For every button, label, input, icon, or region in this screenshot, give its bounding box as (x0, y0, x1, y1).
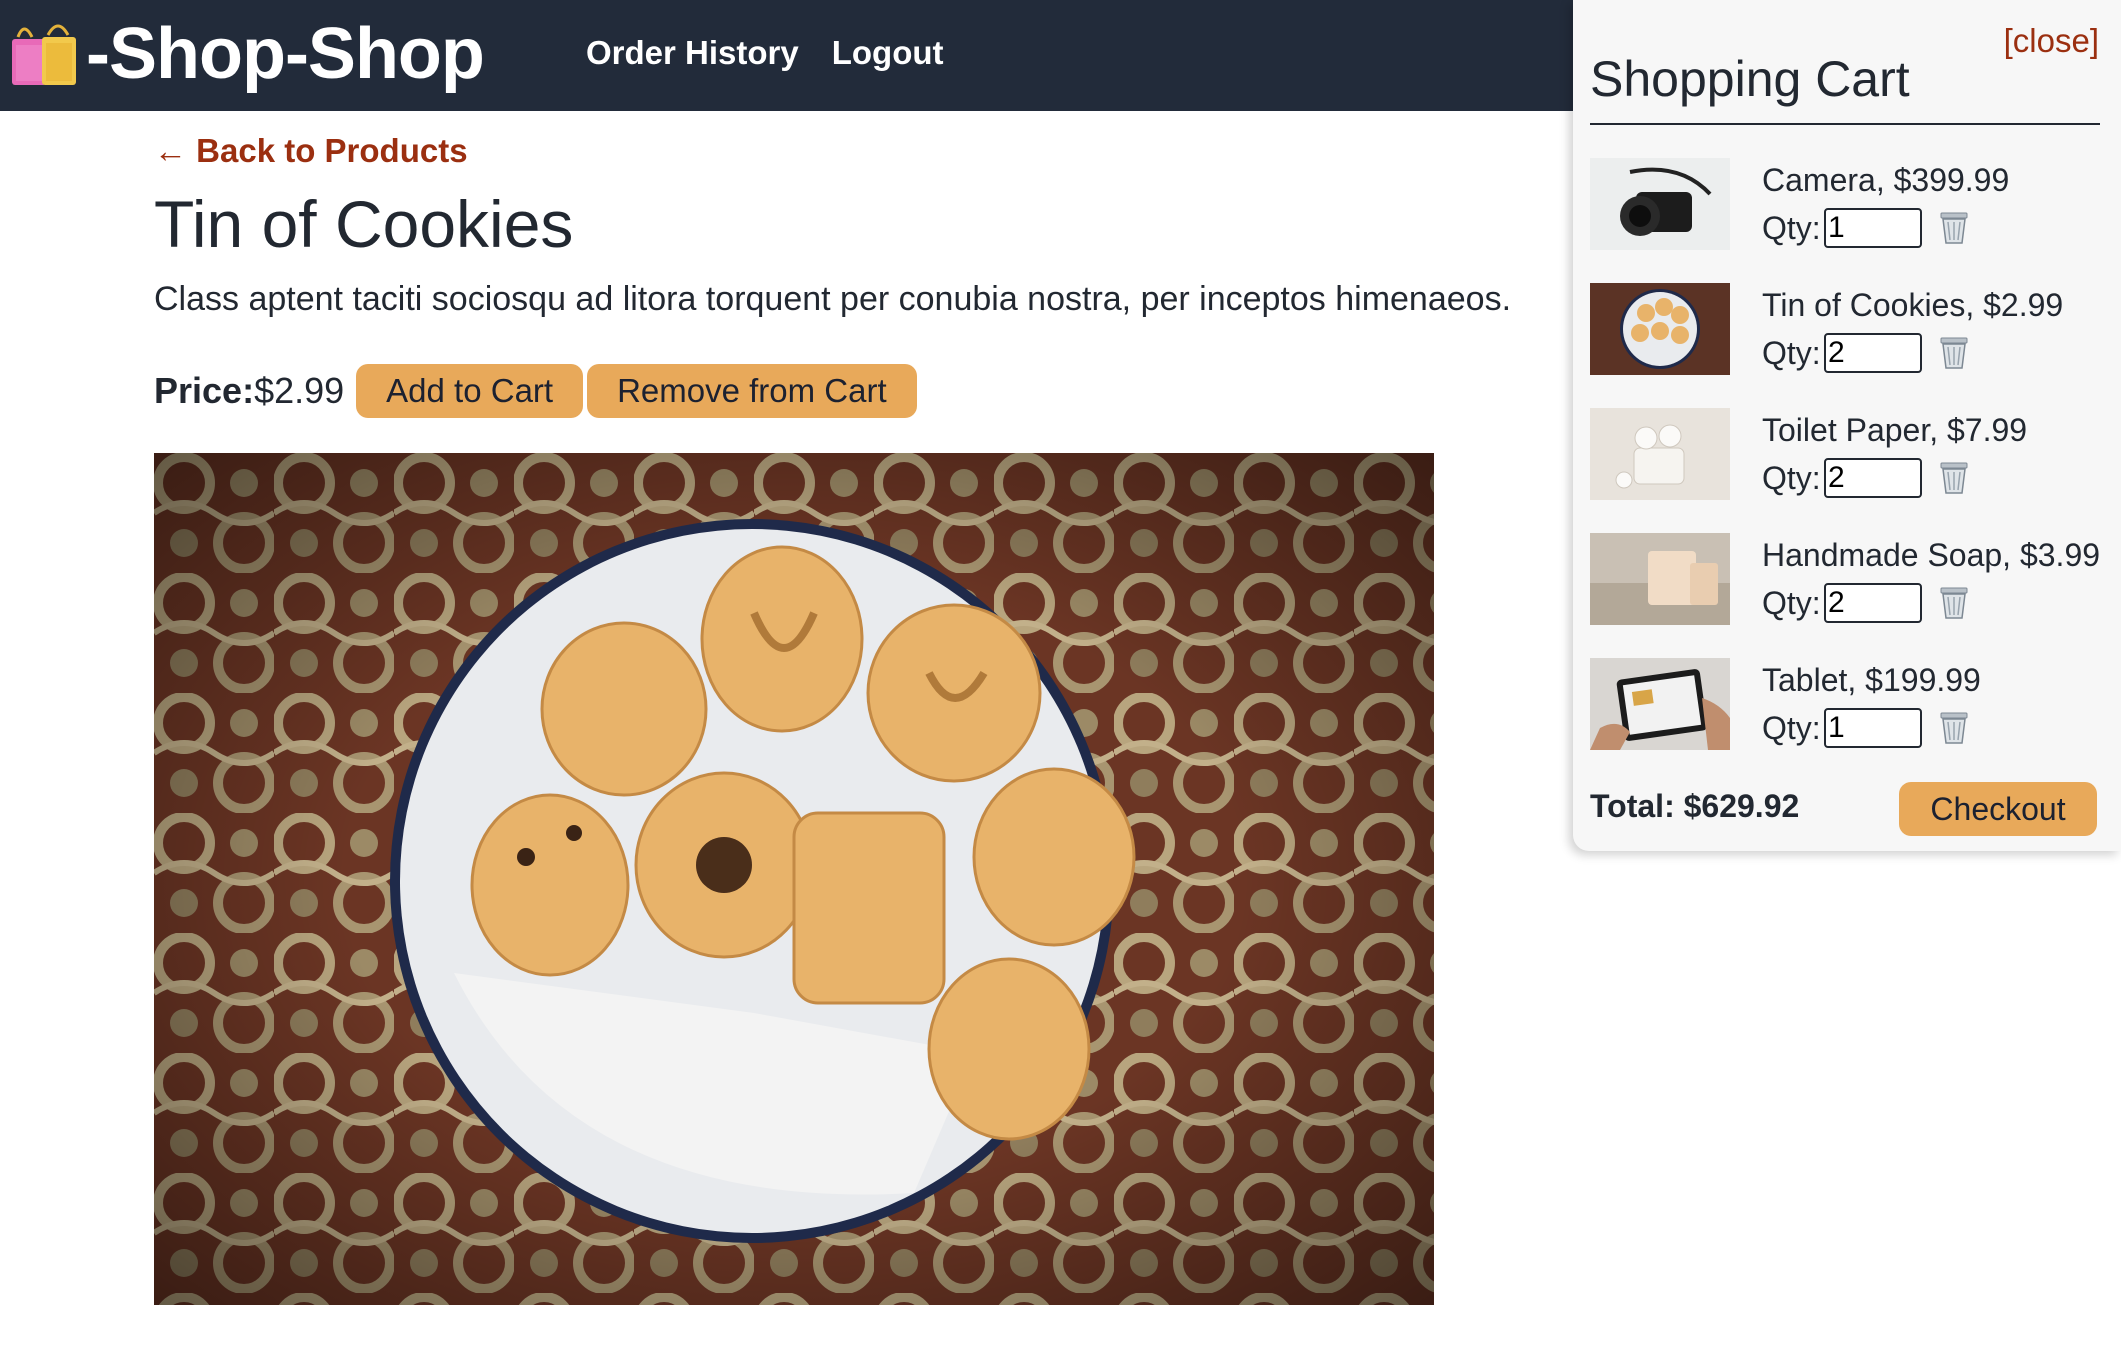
price-row: Price: $2.99 Add to Cart Remove from Car… (154, 363, 921, 419)
cookies-thumbnail (1590, 283, 1730, 375)
toilet-paper-thumbnail (1590, 408, 1730, 500)
price-value: $2.99 (254, 370, 345, 411)
camera-thumbnail (1590, 158, 1730, 250)
cart-item: Handmade Soap, $3.99 Qty: (1590, 533, 2110, 625)
logout-link[interactable]: Logout (832, 34, 944, 72)
shopping-cart-panel: [close] Shopping Cart Camera, $399.99 Qt… (1573, 0, 2121, 851)
cart-item-name: Toilet Paper, $7.99 (1762, 412, 2028, 448)
add-to-cart-button[interactable]: Add to Cart (356, 364, 584, 418)
shopping-bags-icon (12, 24, 76, 85)
cart-item: Camera, $399.99 Qty: (1590, 158, 2110, 250)
cookie-tin-photo (154, 453, 1434, 1305)
trash-icon[interactable] (1937, 710, 1971, 746)
trash-icon[interactable] (1937, 585, 1971, 621)
qty-input[interactable] (1824, 208, 1922, 248)
cart-item-name: Tin of Cookies, $2.99 (1762, 287, 2064, 323)
product-image (154, 453, 1434, 1305)
trash-icon[interactable] (1937, 335, 1971, 371)
remove-from-cart-button[interactable]: Remove from Cart (587, 364, 917, 418)
back-to-products-link[interactable]: ← Back to Products (154, 132, 468, 170)
soap-thumbnail (1590, 533, 1730, 625)
qty-label: Qty: (1762, 335, 1821, 371)
order-history-link[interactable]: Order History (586, 34, 799, 72)
cart-item: Tin of Cookies, $2.99 Qty: (1590, 283, 2110, 375)
checkout-button[interactable]: Checkout (1899, 782, 2097, 836)
product-title: Tin of Cookies (154, 187, 574, 261)
cart-close-link[interactable]: [close] (2004, 22, 2099, 60)
brand-logo[interactable]: -Shop-Shop (10, 14, 485, 94)
brand-name: -Shop-Shop (86, 14, 485, 94)
price-label: Price: (154, 370, 255, 411)
cart-item: Toilet Paper, $7.99 Qty: (1590, 408, 2110, 500)
qty-label: Qty: (1762, 710, 1821, 746)
qty-input[interactable] (1824, 458, 1922, 498)
cart-item: Tablet, $199.99 Qty: (1590, 658, 2110, 750)
qty-input[interactable] (1824, 333, 1922, 373)
trash-icon[interactable] (1937, 210, 1971, 246)
main-nav: Order History Logout (586, 34, 944, 72)
tablet-thumbnail (1590, 658, 1730, 750)
qty-label: Qty: (1762, 460, 1821, 496)
cart-title: Shopping Cart (1590, 51, 1910, 107)
qty-label: Qty: (1762, 210, 1821, 246)
cart-divider (1590, 123, 2100, 125)
qty-label: Qty: (1762, 585, 1821, 621)
qty-input[interactable] (1824, 583, 1922, 623)
cart-item-name: Handmade Soap, $3.99 (1762, 537, 2101, 573)
product-description: Class aptent taciti sociosqu ad litora t… (154, 280, 1512, 318)
trash-icon[interactable] (1937, 460, 1971, 496)
qty-input[interactable] (1824, 708, 1922, 748)
cart-item-name: Camera, $399.99 (1762, 162, 2010, 198)
cart-total: Total: $629.92 (1590, 788, 1800, 824)
cart-item-name: Tablet, $199.99 (1762, 662, 1981, 698)
